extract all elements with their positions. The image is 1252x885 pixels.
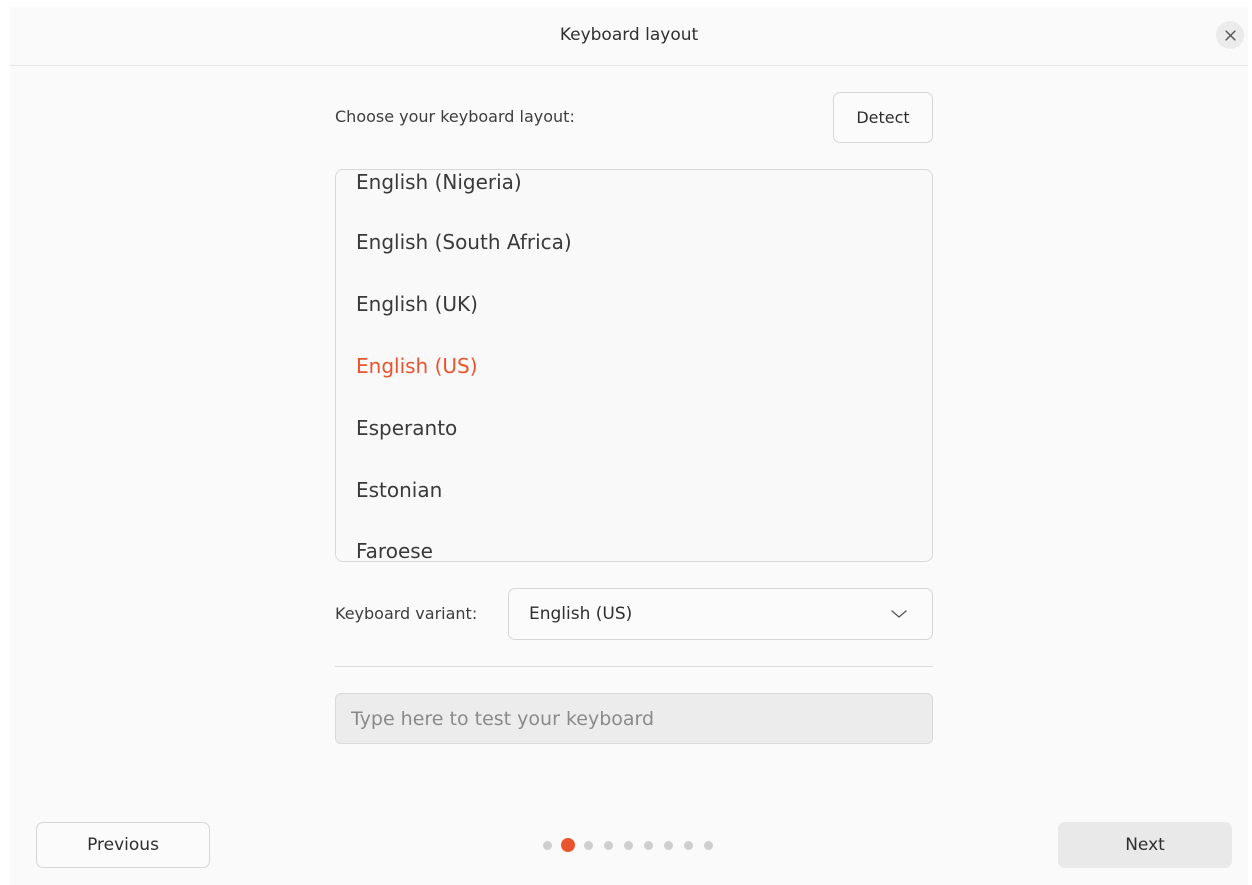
step-dot: [543, 840, 552, 850]
step-dot: [604, 840, 613, 850]
header-bar: Keyboard layout: [10, 7, 1248, 66]
keyboard-test-input[interactable]: [335, 693, 933, 744]
variant-dropdown[interactable]: English (US): [508, 588, 933, 640]
layout-list-item[interactable]: Faroese: [356, 539, 433, 561]
previous-button[interactable]: Previous: [36, 822, 210, 868]
step-indicator: [543, 838, 724, 852]
step-dot: [624, 840, 633, 850]
installer-window: Keyboard layout Choose your keyboard lay…: [10, 7, 1248, 885]
next-button[interactable]: Next: [1058, 822, 1232, 868]
layout-list-item[interactable]: Esperanto: [356, 416, 457, 440]
step-dot: [644, 840, 653, 850]
step-dot: [664, 840, 673, 850]
step-dot: [584, 840, 593, 850]
detect-button[interactable]: Detect: [833, 92, 933, 143]
chevron-down-icon: [891, 610, 907, 618]
layout-list-item[interactable]: English (UK): [356, 292, 478, 316]
close-button[interactable]: [1216, 21, 1244, 49]
variant-label: Keyboard variant:: [335, 604, 478, 623]
window-title: Keyboard layout: [559, 25, 699, 45]
divider: [335, 666, 933, 667]
layout-prompt-label: Choose your keyboard layout:: [335, 107, 575, 126]
step-dot-active: [561, 838, 575, 852]
variant-selected-value: English (US): [529, 604, 633, 624]
layout-list-item[interactable]: English (South Africa): [356, 230, 572, 254]
layout-list[interactable]: English (Nigeria) English (South Africa)…: [335, 169, 933, 562]
layout-list-item[interactable]: English (Nigeria): [356, 170, 522, 194]
layout-list-item[interactable]: Estonian: [356, 478, 442, 502]
step-dot: [684, 840, 693, 850]
close-icon: [1224, 29, 1236, 41]
layout-list-item-selected[interactable]: English (US): [356, 354, 478, 378]
step-dot: [704, 840, 713, 850]
